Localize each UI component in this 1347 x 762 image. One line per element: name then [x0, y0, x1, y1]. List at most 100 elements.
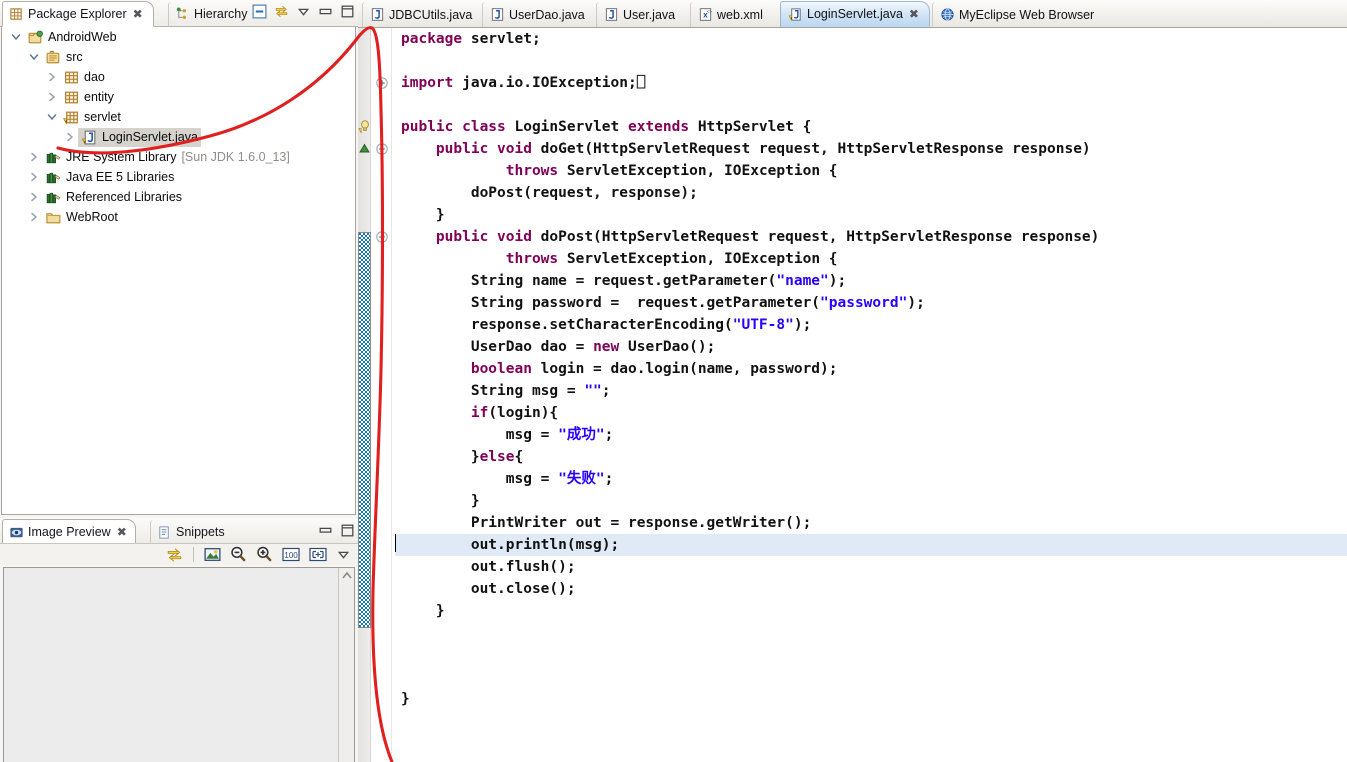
- tree-item-content[interactable]: servlet: [60, 108, 124, 127]
- tree-item-src[interactable]: src: [2, 47, 355, 67]
- close-icon[interactable]: ✖: [133, 8, 143, 20]
- tree-item-jre-system-library[interactable]: JRE System Library[Sun JDK 1.6.0_13]: [2, 147, 355, 167]
- code-line[interactable]: public void doGet(HttpServletRequest req…: [395, 138, 1347, 160]
- code-line[interactable]: }else{: [395, 446, 1347, 468]
- maximize-icon[interactable]: [339, 3, 356, 20]
- code-line[interactable]: doPost(request, response);: [395, 182, 1347, 204]
- tab-hierarchy[interactable]: Hierarchy: [168, 2, 254, 26]
- code-line[interactable]: [395, 622, 1347, 644]
- code-line[interactable]: }: [395, 688, 1347, 710]
- tree-item-dao[interactable]: dao: [2, 67, 355, 87]
- code-line[interactable]: UserDao dao = new UserDao();: [395, 336, 1347, 358]
- tab-image-preview[interactable]: Image Preview ✖: [2, 519, 136, 545]
- scroll-up-arrow-icon[interactable]: [339, 568, 355, 584]
- chevron-right-icon[interactable]: [26, 189, 42, 205]
- code-line[interactable]: out.println(msg);: [395, 534, 1347, 556]
- tree-item-referenced-libraries[interactable]: Referenced Libraries: [2, 187, 355, 207]
- method-fold-collapse-icon[interactable]: [372, 138, 392, 160]
- tree-item-content[interactable]: AndroidWeb: [24, 28, 120, 47]
- chevron-right-icon[interactable]: [26, 169, 42, 185]
- code-line[interactable]: [395, 50, 1347, 72]
- code-line[interactable]: String msg = "";: [395, 380, 1347, 402]
- collapse-all-icon[interactable]: [251, 3, 268, 20]
- zoom-out-icon[interactable]: [229, 545, 248, 564]
- editor-tab-web-xml[interactable]: x<>web.xml: [690, 2, 778, 27]
- editor-tab-userdao-java[interactable]: UserDao.java: [482, 2, 594, 27]
- scrollbar-thumb[interactable]: [358, 232, 371, 628]
- code-line[interactable]: if(login){: [395, 402, 1347, 424]
- code-line[interactable]: }: [395, 490, 1347, 512]
- code-line[interactable]: public class LoginServlet extends HttpSe…: [395, 116, 1347, 138]
- code-line[interactable]: import java.io.IOException;⎕: [395, 72, 1347, 94]
- code-line[interactable]: [395, 666, 1347, 688]
- editor-tab-myeclipse-web-browser[interactable]: MyEclipse Web Browser: [932, 2, 1100, 27]
- code-line[interactable]: throws ServletException, IOException {: [395, 248, 1347, 270]
- code-line[interactable]: [395, 644, 1347, 666]
- chevron-down-icon[interactable]: [26, 49, 42, 65]
- editor-tab-user-java[interactable]: User.java: [596, 2, 688, 27]
- tree-item-content[interactable]: WebRoot: [42, 208, 121, 227]
- code-line[interactable]: String password = request.getParameter("…: [395, 292, 1347, 314]
- source-folder-icon: [45, 49, 62, 66]
- chevron-right-icon[interactable]: [44, 69, 60, 85]
- close-icon[interactable]: ✖: [117, 526, 127, 538]
- tree-item-content[interactable]: src: [42, 48, 86, 67]
- code-line[interactable]: String name = request.getParameter("name…: [395, 270, 1347, 292]
- minimize-icon[interactable]: [317, 522, 334, 539]
- minimize-icon[interactable]: [317, 3, 334, 20]
- code-line[interactable]: msg = "成功";: [395, 424, 1347, 446]
- code-line[interactable]: }: [395, 204, 1347, 226]
- project-tree[interactable]: AndroidWebsrcdaoentityservletLoginServle…: [1, 27, 356, 515]
- code-line[interactable]: public void doPost(HttpServletRequest re…: [395, 226, 1347, 248]
- editor-tab-loginservlet-java[interactable]: LoginServlet.java✖: [780, 1, 930, 27]
- tree-item-servlet[interactable]: servlet: [2, 107, 355, 127]
- code-line[interactable]: response.setCharacterEncoding("UTF-8");: [395, 314, 1347, 336]
- tree-item-content[interactable]: dao: [60, 68, 108, 87]
- tree-item-androidweb[interactable]: AndroidWeb: [2, 27, 355, 47]
- chevron-right-icon[interactable]: [44, 89, 60, 105]
- view-menu-icon[interactable]: [335, 546, 352, 563]
- image-preview-scrollbar[interactable]: [338, 568, 354, 762]
- actual-size-icon[interactable]: 100: [281, 545, 301, 564]
- tree-item-loginservlet-java[interactable]: LoginServlet.java: [2, 127, 355, 147]
- tree-item-webroot[interactable]: WebRoot: [2, 207, 355, 227]
- code-line[interactable]: package servlet;: [395, 28, 1347, 50]
- code-line[interactable]: msg = "失败";: [395, 468, 1347, 490]
- chevron-down-icon[interactable]: [8, 29, 24, 45]
- code-line[interactable]: [395, 94, 1347, 116]
- tree-item-content[interactable]: JRE System Library[Sun JDK 1.6.0_13]: [42, 148, 293, 167]
- java-source-editor[interactable]: package servlet; import java.io.IOExcepti…: [358, 28, 1347, 762]
- editor-vertical-scrollbar[interactable]: [358, 28, 371, 762]
- tree-item-content[interactable]: LoginServlet.java: [78, 128, 201, 147]
- view-menu-icon[interactable]: [295, 3, 312, 20]
- tree-item-content[interactable]: entity: [60, 88, 117, 107]
- chevron-right-icon[interactable]: [26, 209, 42, 225]
- tree-item-content[interactable]: Referenced Libraries: [42, 188, 185, 207]
- zoom-in-icon[interactable]: [255, 545, 274, 564]
- close-icon[interactable]: ✖: [909, 8, 919, 20]
- code-line[interactable]: PrintWriter out = response.getWriter();: [395, 512, 1347, 534]
- code-text[interactable]: package servlet; import java.io.IOExcepti…: [395, 28, 1347, 762]
- tab-snippets[interactable]: Snippets: [150, 520, 236, 544]
- editor-tab-jdbcutils-java[interactable]: JDBCUtils.java: [362, 2, 480, 27]
- fit-to-window-icon[interactable]: [308, 545, 328, 564]
- link-with-editor-icon[interactable]: [273, 3, 290, 20]
- folding-ruler[interactable]: [372, 28, 392, 762]
- code-line[interactable]: out.close();: [395, 578, 1347, 600]
- tree-item-java-ee-5-libraries[interactable]: Java EE 5 Libraries: [2, 167, 355, 187]
- code-line[interactable]: out.flush();: [395, 556, 1347, 578]
- chevron-right-icon[interactable]: [26, 149, 42, 165]
- chevron-right-icon[interactable]: [62, 129, 78, 145]
- maximize-icon[interactable]: [339, 522, 356, 539]
- chevron-down-icon[interactable]: [44, 109, 60, 125]
- link-with-editor-icon[interactable]: [165, 545, 184, 564]
- method-fold-collapse-icon[interactable]: [372, 226, 392, 248]
- tree-item-content[interactable]: Java EE 5 Libraries: [42, 168, 177, 187]
- code-line[interactable]: boolean login = dao.login(name, password…: [395, 358, 1347, 380]
- tab-package-explorer[interactable]: Package Explorer ✖: [2, 1, 154, 27]
- tree-item-entity[interactable]: entity: [2, 87, 355, 107]
- import-fold-expand-icon[interactable]: [372, 72, 392, 94]
- code-line[interactable]: throws ServletException, IOException {: [395, 160, 1347, 182]
- code-line[interactable]: }: [395, 600, 1347, 622]
- image-icon[interactable]: [203, 545, 222, 564]
